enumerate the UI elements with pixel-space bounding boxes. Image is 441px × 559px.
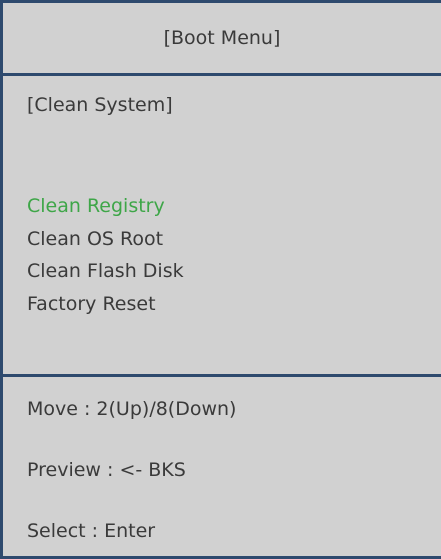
help-preview: Preview : <- BKS	[27, 459, 186, 481]
boot-menu-window: [Boot Menu] [Clean System] Clean Registr…	[0, 0, 441, 559]
menu-list: Clean Registry Clean OS Root Clean Flash…	[27, 190, 184, 320]
help-section: Move : 2(Up)/8(Down) Preview : <- BKS Se…	[3, 377, 441, 559]
help-select: Select : Enter	[27, 520, 156, 542]
help-move: Move : 2(Up)/8(Down)	[27, 398, 237, 420]
section-title: [Clean System]	[27, 94, 173, 116]
menu-item-factory-reset[interactable]: Factory Reset	[27, 288, 184, 321]
header: [Boot Menu]	[3, 3, 441, 76]
menu-item-clean-registry[interactable]: Clean Registry	[27, 190, 184, 223]
page-title: [Boot Menu]	[163, 27, 281, 49]
menu-section: [Clean System] Clean Registry Clean OS R…	[3, 76, 441, 377]
menu-item-clean-os-root[interactable]: Clean OS Root	[27, 223, 184, 256]
menu-item-clean-flash-disk[interactable]: Clean Flash Disk	[27, 255, 184, 288]
